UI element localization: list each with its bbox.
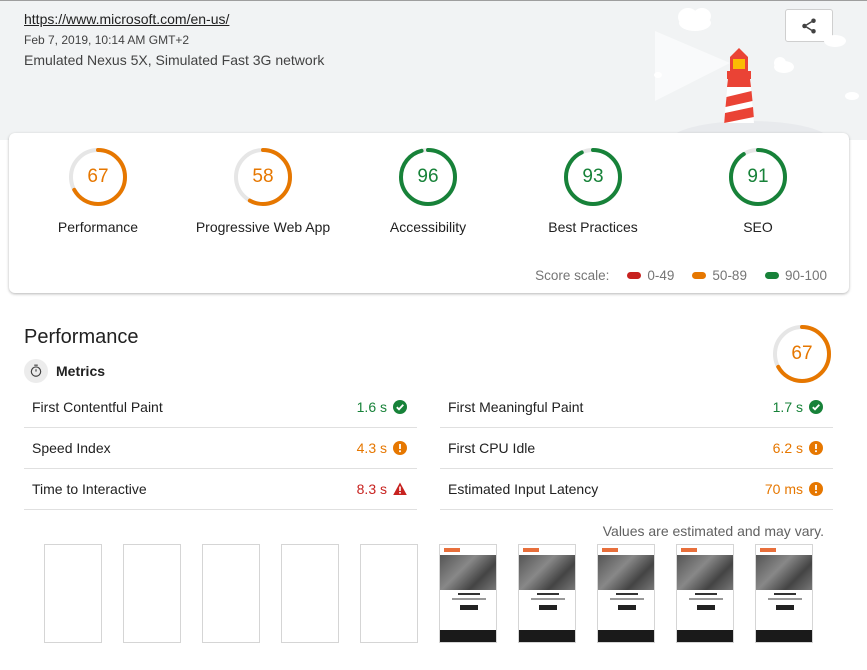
category-gauge-performance[interactable]: 67 Performance: [18, 147, 178, 235]
report-header: https://www.microsoft.com/en-us/ Feb 7, …: [0, 0, 867, 141]
score-scale-average-range: 50-89: [712, 268, 747, 283]
metric-estimated-input-latency: Estimated Input Latency 70 ms: [440, 469, 833, 510]
score-ring: 91: [728, 147, 788, 207]
score-scale: Score scale: 0-49 50-89 90-100: [535, 268, 827, 283]
score-scale-fail-range: 0-49: [647, 268, 675, 283]
score-ring: 96: [398, 147, 458, 207]
metric-name: Speed Index: [32, 440, 111, 456]
stopwatch-icon: [24, 359, 48, 383]
filmstrip-frame: [755, 544, 813, 643]
metric-first-meaningful-paint: First Meaningful Paint 1.7 s: [440, 387, 833, 428]
category-score: 67: [87, 166, 109, 187]
category-score: 91: [747, 166, 769, 187]
metric-value: 4.3 s: [356, 440, 387, 456]
filmstrip-frame: [202, 544, 260, 643]
score-ring: 58: [233, 147, 293, 207]
category-gauge-seo[interactable]: 91 SEO: [678, 147, 838, 235]
environment-info: Emulated Nexus 5X, Simulated Fast 3G net…: [24, 52, 325, 68]
performance-score-value: 67: [791, 343, 813, 364]
score-ring: 67: [68, 147, 128, 207]
score-ring: 93: [563, 147, 623, 207]
category-label: Accessibility: [389, 219, 467, 235]
filmstrip-frame: [281, 544, 339, 643]
filmstrip-frame: [44, 544, 102, 643]
average-info-icon: [809, 441, 823, 455]
filmstrip-frame: [518, 544, 576, 643]
report-date: Feb 7, 2019, 10:14 AM GMT+2: [24, 33, 190, 47]
score-scale-label: Score scale:: [535, 268, 610, 283]
metrics-label: Metrics: [56, 363, 106, 379]
metric-value: 1.7 s: [772, 399, 803, 415]
category-label: Progressive Web App: [195, 219, 331, 235]
filmstrip-frame: [597, 544, 655, 643]
score-scale-fail: 0-49: [627, 268, 674, 283]
score-scale-average: 50-89: [692, 268, 747, 283]
pass-check-icon: [809, 400, 823, 414]
metric-name: Time to Interactive: [32, 481, 147, 497]
pass-check-icon: [393, 400, 407, 414]
metric-value: 70 ms: [764, 481, 803, 497]
estimate-note: Values are estimated and may vary.: [602, 523, 824, 539]
performance-section-title: Performance: [24, 326, 139, 348]
category-label: Best Practices: [548, 219, 638, 235]
category-label: SEO: [743, 219, 773, 235]
metric-speed-index: Speed Index 4.3 s: [24, 428, 417, 469]
metric-name: First Meaningful Paint: [448, 399, 584, 415]
average-info-icon: [809, 482, 823, 496]
category-gauge-best-practices[interactable]: 93 Best Practices: [513, 147, 673, 235]
category-score: 96: [417, 166, 439, 187]
fail-warning-icon: [393, 482, 407, 496]
category-gauge-progressive-web-app[interactable]: 58 Progressive Web App: [183, 147, 343, 235]
category-score: 58: [252, 166, 274, 187]
metrics-header: Metrics: [24, 359, 105, 383]
performance-score-gauge[interactable]: 67: [772, 324, 832, 384]
filmstrip-frame: [439, 544, 497, 643]
metric-first-cpu-idle: First CPU Idle 6.2 s: [440, 428, 833, 469]
metric-value: 1.6 s: [356, 399, 387, 415]
category-label: Performance: [57, 219, 139, 235]
category-scores-card: 67 Performance 58 Progressive Web App 96 Acce…: [9, 133, 849, 293]
metric-name: First Contentful Paint: [32, 399, 163, 415]
page-url-link[interactable]: https://www.microsoft.com/en-us/: [24, 11, 229, 27]
score-scale-pass-range: 90-100: [784, 268, 827, 283]
filmstrip-frame: [676, 544, 734, 643]
filmstrip-frame: [360, 544, 418, 643]
metric-name: Estimated Input Latency: [448, 481, 599, 497]
score-scale-pass: 90-100: [764, 268, 827, 283]
category-score: 93: [582, 166, 604, 187]
filmstrip-frame: [123, 544, 181, 643]
metric-time-to-interactive: Time to Interactive 8.3 s: [24, 469, 417, 510]
metric-value: 6.2 s: [772, 440, 803, 456]
metric-name: First CPU Idle: [448, 440, 536, 456]
lighthouse-illustration: [654, 8, 859, 141]
category-gauge-accessibility[interactable]: 96 Accessibility: [348, 147, 508, 235]
metric-value: 8.3 s: [356, 481, 387, 497]
metric-first-contentful-paint: First Contentful Paint 1.6 s: [24, 387, 417, 428]
average-info-icon: [393, 441, 407, 455]
